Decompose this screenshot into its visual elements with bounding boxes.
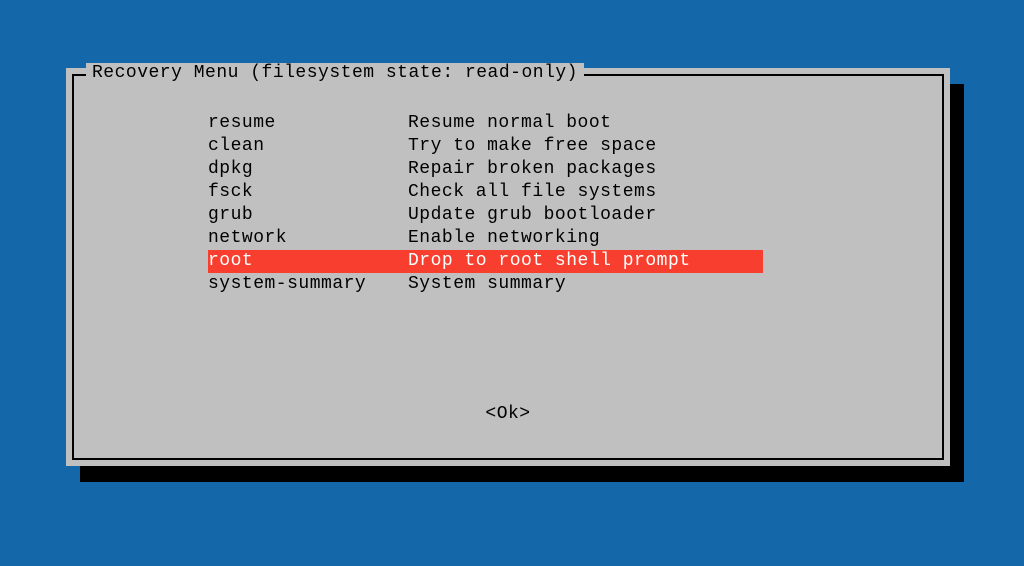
- menu-desc: Enable networking: [408, 227, 942, 250]
- menu-key: clean: [208, 135, 408, 158]
- menu-item-system-summary[interactable]: system-summary System summary: [208, 273, 942, 296]
- menu-key: system-summary: [208, 273, 408, 296]
- dialog-title: Recovery Menu (filesystem state: read-on…: [86, 63, 584, 83]
- menu-item-grub[interactable]: grub Update grub bootloader: [208, 204, 942, 227]
- menu-key: network: [208, 227, 408, 250]
- menu-item-root[interactable]: root Drop to root shell prompt: [208, 250, 763, 273]
- menu-item-fsck[interactable]: fsck Check all file systems: [208, 181, 942, 204]
- dialog-border: Recovery Menu (filesystem state: read-on…: [72, 74, 944, 460]
- menu-item-dpkg[interactable]: dpkg Repair broken packages: [208, 158, 942, 181]
- menu-key: dpkg: [208, 158, 408, 181]
- menu-desc: Drop to root shell prompt: [408, 250, 763, 273]
- menu-desc: Update grub bootloader: [408, 204, 942, 227]
- menu-key: fsck: [208, 181, 408, 204]
- menu-desc: System summary: [408, 273, 942, 296]
- menu-item-resume[interactable]: resume Resume normal boot: [208, 112, 942, 135]
- menu-item-clean[interactable]: clean Try to make free space: [208, 135, 942, 158]
- menu-desc: Try to make free space: [408, 135, 942, 158]
- menu-desc: Check all file systems: [408, 181, 942, 204]
- menu-key: resume: [208, 112, 408, 135]
- menu-key: grub: [208, 204, 408, 227]
- recovery-menu-dialog: Recovery Menu (filesystem state: read-on…: [66, 68, 950, 466]
- menu-desc: Repair broken packages: [408, 158, 942, 181]
- menu-key: root: [208, 250, 408, 273]
- menu-list[interactable]: resume Resume normal boot clean Try to m…: [208, 112, 942, 296]
- menu-desc: Resume normal boot: [408, 112, 942, 135]
- ok-button[interactable]: <Ok>: [485, 404, 530, 424]
- menu-item-network[interactable]: network Enable networking: [208, 227, 942, 250]
